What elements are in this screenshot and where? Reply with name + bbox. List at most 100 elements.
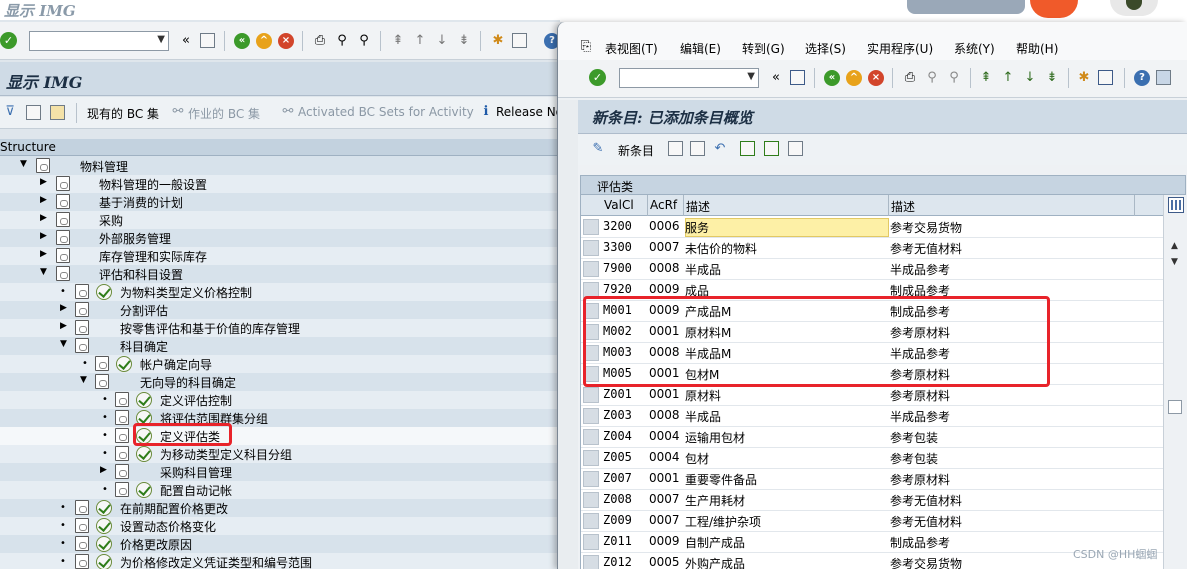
tree-node[interactable]: ▶ 采购科目管理 xyxy=(0,463,560,481)
bg-command-field[interactable] xyxy=(29,31,169,51)
execute-activity-icon[interactable] xyxy=(96,518,112,534)
next-page-icon[interactable]: ↓ xyxy=(434,33,450,49)
collapsed-arrow-icon[interactable]: ▶ xyxy=(60,303,70,315)
cell-description[interactable]: 服务 xyxy=(685,219,709,236)
table-row[interactable]: Z003 0008 半成品 半成品参考 xyxy=(581,406,1163,427)
new-session-icon[interactable]: ✱ xyxy=(490,33,506,49)
select-all-icon[interactable] xyxy=(740,141,755,156)
last-page-icon[interactable]: ⇟ xyxy=(1044,70,1060,86)
table-row[interactable]: Z008 0007 生产用耗材 参考无值材料 xyxy=(581,490,1163,511)
new-session-icon[interactable]: ✱ xyxy=(1076,70,1092,86)
last-page-icon[interactable]: ⇟ xyxy=(456,33,472,49)
column-header-acrf[interactable]: AcRf xyxy=(650,198,677,212)
prev-page-icon[interactable]: ↑ xyxy=(412,33,428,49)
tree-node[interactable]: • 在前期配置价格更改 xyxy=(0,499,560,517)
scroll-down-icon[interactable]: ▼ xyxy=(1171,257,1178,267)
menu-selection[interactable]: 选择(S) xyxy=(805,40,846,57)
column-header-valcl[interactable]: ValCl xyxy=(604,198,634,212)
tree-node[interactable]: ▶ 库存管理和实际库存 xyxy=(0,247,560,265)
execute-activity-icon[interactable] xyxy=(116,356,132,372)
menu-system[interactable]: 系统(Y) xyxy=(954,40,995,57)
exit-icon[interactable]: ^ xyxy=(256,33,272,49)
tree-node[interactable]: • 定义评估控制 xyxy=(0,391,560,409)
edit-pencil-icon[interactable]: ✎ xyxy=(590,141,606,157)
activated-bc-sets-button[interactable]: Activated BC Sets for Activity xyxy=(298,105,474,119)
row-selector[interactable] xyxy=(583,219,599,235)
execute-activity-icon[interactable] xyxy=(136,482,152,498)
tree-node[interactable]: • 为移动类型定义科目分组 xyxy=(0,445,560,463)
row-selector[interactable] xyxy=(583,387,599,403)
tree-node[interactable]: ▼ 物料管理 xyxy=(0,157,560,175)
cancel-icon[interactable]: × xyxy=(868,70,884,86)
description-input[interactable] xyxy=(685,218,889,237)
tree-node[interactable]: ▶ 基于消费的计划 xyxy=(0,193,560,211)
deselect-all-icon[interactable] xyxy=(788,141,803,156)
row-selector[interactable] xyxy=(583,240,599,256)
table-row[interactable]: Z009 0007 工程/维护杂项 参考无值材料 xyxy=(581,511,1163,532)
find-next-icon[interactable]: ⚲ xyxy=(946,70,962,86)
column-header-description[interactable]: 描述 xyxy=(686,198,710,215)
expanded-arrow-icon[interactable]: ▼ xyxy=(40,267,50,279)
table-row[interactable]: 7900 0008 半成品 半成品参考 xyxy=(581,259,1163,280)
next-page-icon[interactable]: ↓ xyxy=(1022,70,1038,86)
delete-icon[interactable] xyxy=(690,141,705,156)
back-icon[interactable]: « xyxy=(234,33,250,49)
window-menu-icon[interactable]: ⎘ xyxy=(578,39,594,55)
execute-activity-icon[interactable] xyxy=(96,500,112,516)
tree-node-selected[interactable]: • 定义评估类 xyxy=(0,427,560,445)
tree-node[interactable]: • 设置动态价格变化 xyxy=(0,517,560,535)
tree-node[interactable]: ▶ 采购 xyxy=(0,211,560,229)
table-settings-icon[interactable] xyxy=(1168,197,1184,213)
note-icon[interactable] xyxy=(50,105,65,120)
tree-node[interactable]: • 为物料类型定义价格控制 xyxy=(0,283,560,301)
execute-activity-icon[interactable] xyxy=(96,554,112,569)
execute-activity-icon[interactable] xyxy=(136,446,152,462)
execute-activity-icon[interactable] xyxy=(136,392,152,408)
collapsed-arrow-icon[interactable]: ▶ xyxy=(40,213,50,225)
column-header-reference-description[interactable]: 描述 xyxy=(891,198,915,215)
command-field[interactable] xyxy=(619,68,759,88)
collapsed-arrow-icon[interactable]: ▶ xyxy=(100,465,110,477)
tree-node[interactable]: ▼ 科目确定 xyxy=(0,337,560,355)
execute-activity-icon[interactable] xyxy=(96,536,112,552)
exit-icon[interactable]: ^ xyxy=(846,70,862,86)
tree-node[interactable]: ▶ 物料管理的一般设置 xyxy=(0,175,560,193)
menu-edit[interactable]: 编辑(E) xyxy=(680,40,721,57)
release-notes-button[interactable]: Release No xyxy=(496,105,563,119)
shortcut-icon[interactable] xyxy=(512,33,527,48)
cancel-icon[interactable]: × xyxy=(278,33,294,49)
menu-help[interactable]: 帮助(H) xyxy=(1016,40,1058,57)
find-icon[interactable]: ⚲ xyxy=(334,33,350,49)
row-selector[interactable] xyxy=(583,408,599,424)
bc-sets-button[interactable]: 现有的 BC 集 xyxy=(87,105,159,122)
tree-node[interactable]: • 将评估范围群集分组 xyxy=(0,409,560,427)
menu-table-view[interactable]: 表视图(T) xyxy=(605,40,658,57)
expanded-arrow-icon[interactable]: ▼ xyxy=(60,339,70,351)
prev-page-icon[interactable]: ↑ xyxy=(1000,70,1016,86)
tree-node[interactable]: • 为价格修改定义凭证类型和编号范围 xyxy=(0,553,560,569)
tree-node[interactable]: • 配置自动记帐 xyxy=(0,481,560,499)
row-selector[interactable] xyxy=(583,261,599,277)
row-selector[interactable] xyxy=(583,471,599,487)
menu-utilities[interactable]: 实用程序(U) xyxy=(867,40,933,57)
vertical-scrollbar[interactable]: ▲ ▼ xyxy=(1163,195,1187,569)
collapsed-arrow-icon[interactable]: ▶ xyxy=(60,321,70,333)
print-icon[interactable]: ⎙ xyxy=(902,70,918,86)
find-next-icon[interactable]: ⚲ xyxy=(356,33,372,49)
row-selector[interactable] xyxy=(583,513,599,529)
tree-node[interactable]: ▶ 按零售评估和基于价值的库存管理 xyxy=(0,319,560,337)
scrollbar-thumb[interactable] xyxy=(1168,400,1182,414)
find-icon[interactable]: ⚲ xyxy=(924,70,940,86)
expanded-arrow-icon[interactable]: ▼ xyxy=(20,159,30,171)
row-selector[interactable] xyxy=(583,534,599,550)
double-left-icon[interactable]: « xyxy=(768,70,784,86)
expanded-arrow-icon[interactable]: ▼ xyxy=(80,375,90,387)
tree-node[interactable]: ▶ 外部服务管理 xyxy=(0,229,560,247)
row-selector[interactable] xyxy=(583,555,599,569)
collapsed-arrow-icon[interactable]: ▶ xyxy=(40,177,50,189)
first-page-icon[interactable]: ⇞ xyxy=(978,70,994,86)
save-icon[interactable] xyxy=(790,70,805,85)
print-icon[interactable]: ⎙ xyxy=(312,33,328,49)
row-selector[interactable] xyxy=(583,492,599,508)
scroll-up-icon[interactable]: ▲ xyxy=(1171,241,1178,251)
